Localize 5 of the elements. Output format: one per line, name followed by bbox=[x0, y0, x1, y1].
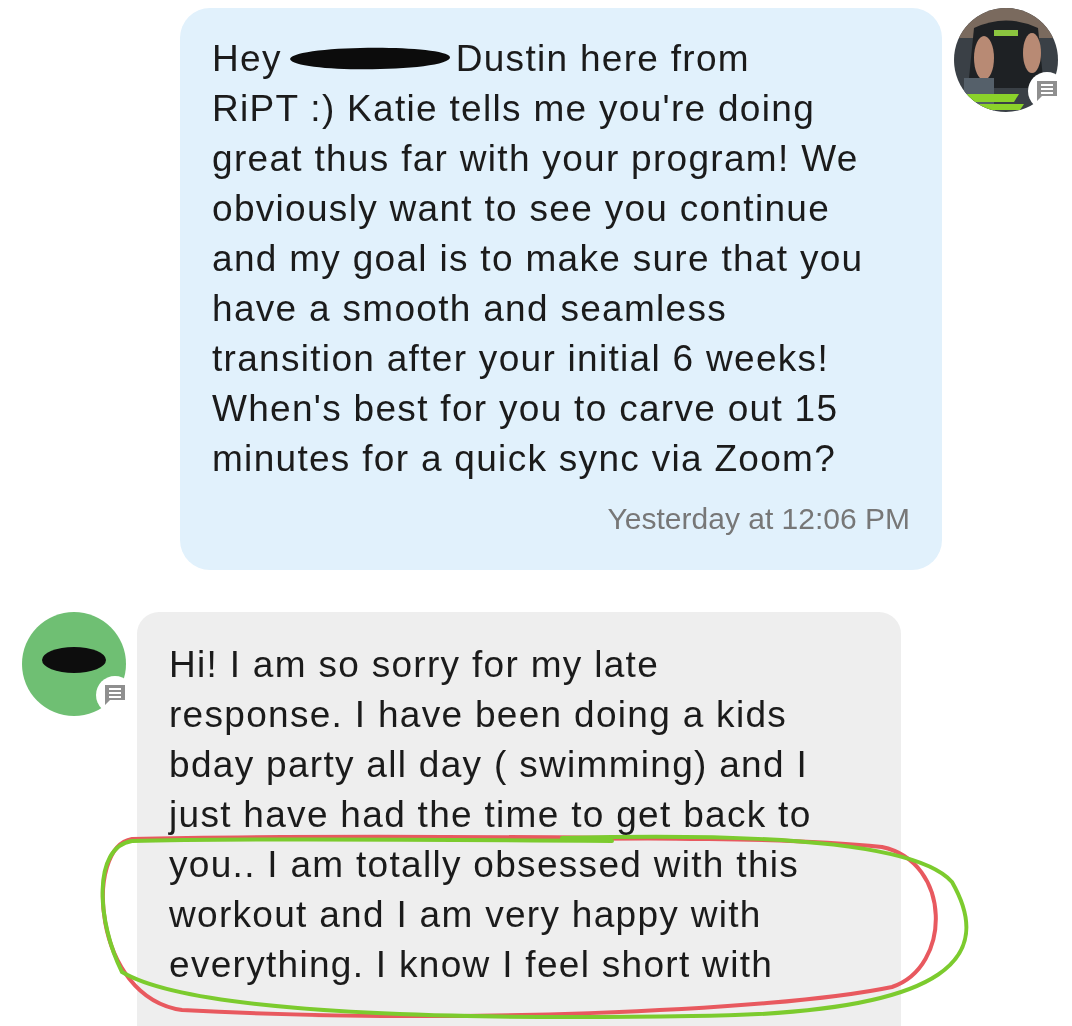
timestamp: Yesterday at 12:06 PM bbox=[606, 502, 910, 536]
greeting-text: Hey bbox=[212, 37, 282, 81]
message-text: Dustin here from bbox=[455, 37, 750, 81]
message-text: Hi! I am so sorry for my late response. I have been doing a kids bday party all day ( swimming) and I just have had the time to get back to you.. I am totally obsessed with this workout and I am very happy with everything. I know I feel short with bbox=[169, 643, 813, 987]
message-text: RiPT :) Katie tells me you're doing great thus far with your program! We obviously want to see you continue and my goal is to make sure that you have a smooth and seamless transition after your initial 6 weeks! When's best for you to carve out 15 minutes for a quick sync via Zoom? bbox=[212, 87, 865, 481]
